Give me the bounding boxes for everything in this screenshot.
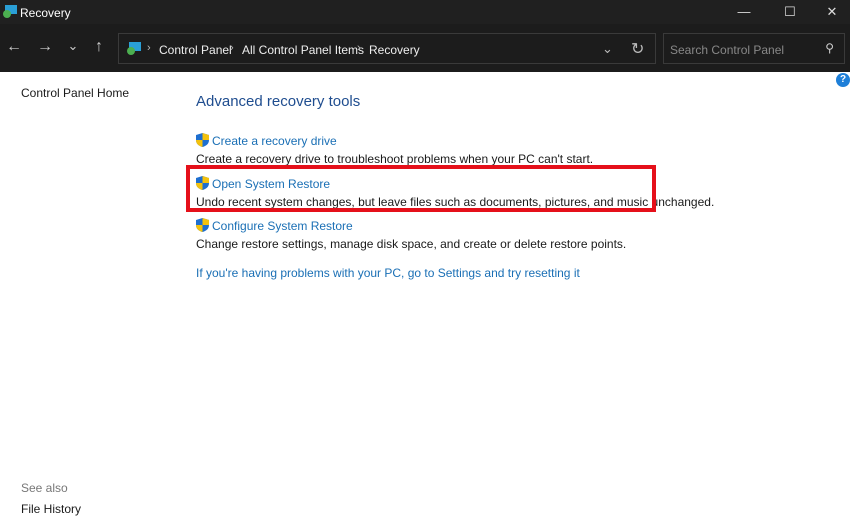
uac-shield-icon — [196, 218, 209, 232]
create-recovery-drive-description: Create a recovery drive to troubleshoot … — [196, 152, 594, 166]
file-history-link[interactable]: File History — [21, 502, 81, 516]
back-button[interactable]: ← — [4, 38, 24, 56]
forward-button[interactable]: → — [35, 38, 55, 56]
uac-shield-icon — [196, 133, 209, 147]
breadcrumb-all-items[interactable]: All Control Panel Items — [242, 43, 364, 57]
control-panel-icon — [127, 42, 141, 55]
chevron-right-icon: › — [230, 42, 234, 54]
breadcrumb-control-panel[interactable]: Control Panel — [159, 43, 232, 57]
refresh-button[interactable]: ↻ — [631, 39, 644, 59]
up-button[interactable]: ↑ — [89, 38, 109, 56]
search-icon[interactable]: ⚲ — [825, 41, 834, 55]
search-placeholder: Search Control Panel — [670, 43, 785, 57]
breadcrumb-recovery[interactable]: Recovery — [369, 43, 420, 57]
highlight-box — [186, 165, 656, 212]
control-panel-home-link[interactable]: Control Panel Home — [21, 86, 129, 100]
page-heading: Advanced recovery tools — [196, 93, 361, 110]
address-dropdown-button[interactable]: ⌄ — [602, 41, 613, 57]
create-recovery-drive-link[interactable]: Create a recovery drive — [212, 134, 337, 148]
maximize-button[interactable]: ☐ — [770, 0, 810, 24]
recovery-option-configure-restore: Configure System Restore Change restore … — [196, 217, 626, 251]
see-also-label: See also — [21, 481, 68, 495]
recent-locations-button[interactable]: ⌄ — [63, 38, 83, 54]
chevron-right-icon: › — [357, 42, 361, 54]
minimize-button[interactable]: — — [724, 0, 764, 24]
search-input[interactable]: Search Control Panel ⚲ — [663, 33, 845, 64]
navigation-toolbar: ← → ⌄ ↑ › Control Panel › All Control Pa… — [0, 24, 850, 72]
close-button[interactable]: ✕ — [812, 0, 850, 24]
configure-system-restore-description: Change restore settings, manage disk spa… — [196, 237, 627, 251]
help-button[interactable]: ? — [836, 73, 850, 87]
address-bar[interactable]: › Control Panel › All Control Panel Item… — [118, 33, 656, 64]
recovery-option-create-drive: Create a recovery drive Create a recover… — [196, 132, 593, 166]
title-bar: Recovery — ☐ ✕ — [0, 0, 850, 24]
chevron-right-icon: › — [147, 42, 151, 54]
configure-system-restore-link[interactable]: Configure System Restore — [212, 219, 353, 233]
window-title: Recovery — [20, 6, 71, 20]
reset-pc-settings-link[interactable]: If you're having problems with your PC, … — [196, 266, 580, 280]
recovery-app-icon — [3, 5, 17, 18]
